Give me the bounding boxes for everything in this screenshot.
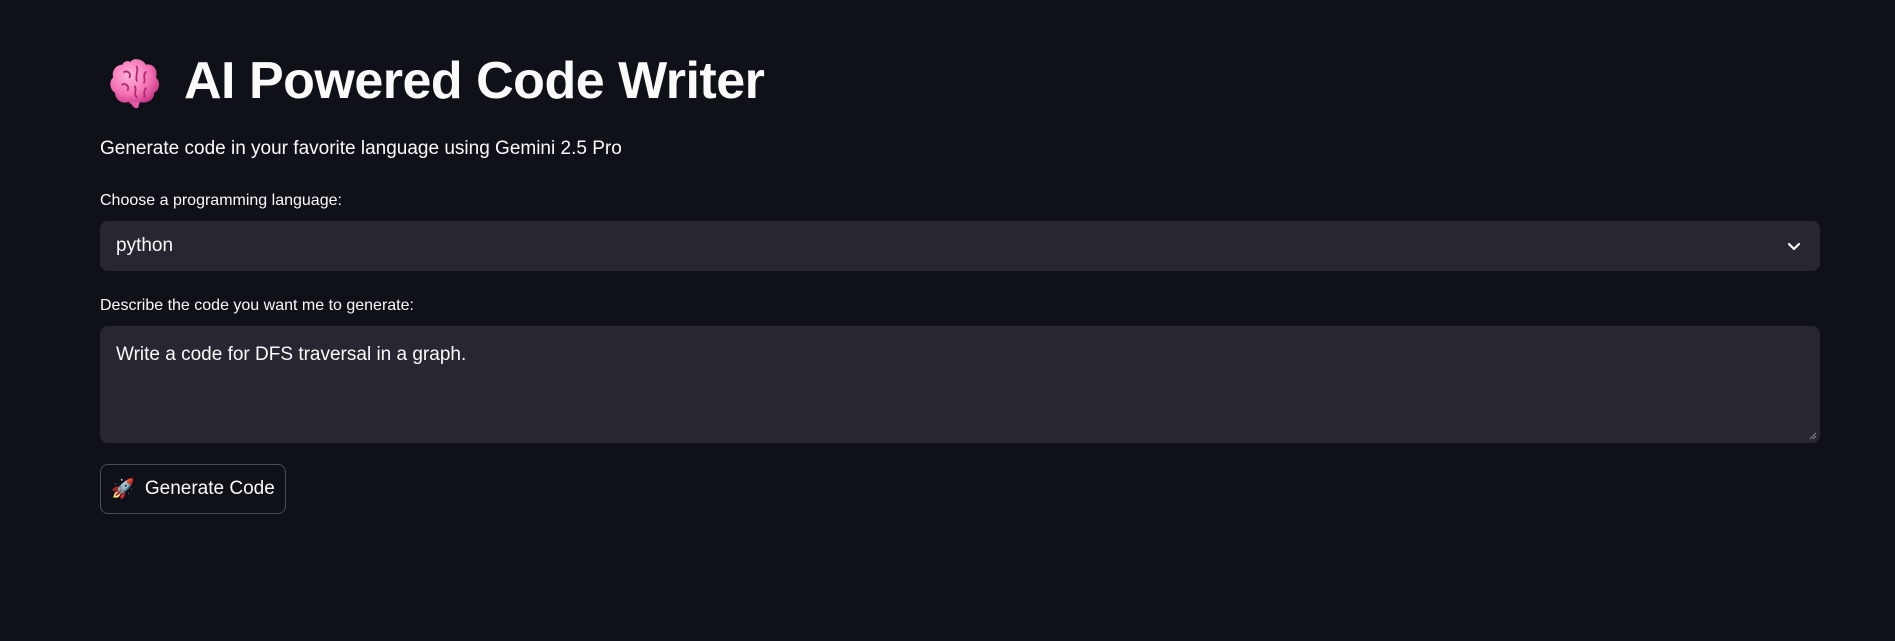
language-select[interactable]: python xyxy=(100,221,1820,271)
app-root: AI Powered Code Writer Generate code in … xyxy=(0,0,1895,641)
description-textarea[interactable]: Write a code for DFS traversal in a grap… xyxy=(100,326,1820,443)
description-textarea-value: Write a code for DFS traversal in a grap… xyxy=(116,344,467,365)
brain-icon xyxy=(110,59,160,109)
page-subtitle: Generate code in your favorite language … xyxy=(100,138,622,159)
description-textarea-label: Describe the code you want me to generat… xyxy=(100,297,414,314)
generate-code-button[interactable]: 🚀 Generate Code xyxy=(100,464,286,514)
title-row: AI Powered Code Writer xyxy=(106,46,765,116)
page-title: AI Powered Code Writer xyxy=(184,52,765,110)
language-select-label: Choose a programming language: xyxy=(100,192,342,209)
language-select-value: python xyxy=(116,235,174,256)
rocket-icon: 🚀 xyxy=(111,479,135,500)
generate-code-button-label: Generate Code xyxy=(144,478,275,499)
resize-handle-icon[interactable] xyxy=(1808,431,1817,440)
chevron-down-icon[interactable] xyxy=(1784,236,1804,256)
